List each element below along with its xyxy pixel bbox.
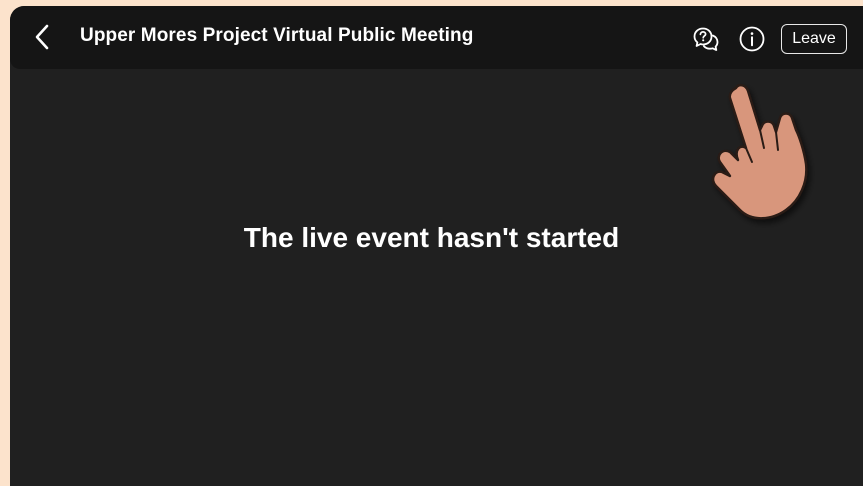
info-button[interactable] — [738, 25, 766, 53]
page-title: Upper Mores Project Virtual Public Meeti… — [80, 25, 474, 46]
leave-button[interactable]: Leave — [781, 24, 847, 54]
chevron-left-icon — [35, 24, 49, 50]
top-bar: Upper Mores Project Virtual Public Meeti… — [10, 6, 863, 69]
info-icon — [739, 26, 765, 52]
back-button[interactable] — [28, 20, 56, 54]
hand-pointer-icon — [711, 83, 808, 220]
help-chat-icon — [693, 27, 719, 51]
help-button[interactable] — [692, 25, 720, 53]
